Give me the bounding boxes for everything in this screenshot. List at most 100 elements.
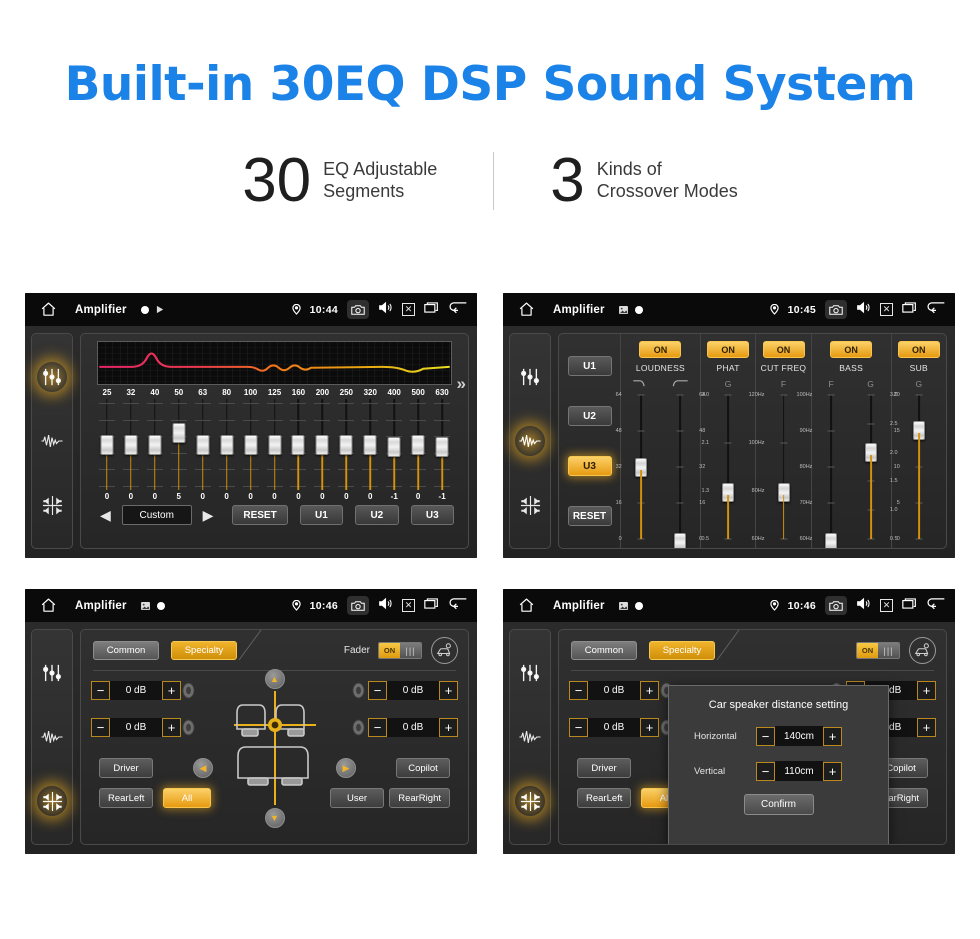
toggle-loudness-button[interactable]: ON <box>639 341 682 358</box>
arrow-left-icon[interactable]: ◀ <box>193 758 213 778</box>
back-arrow-icon[interactable] <box>448 300 468 319</box>
back-arrow-icon[interactable] <box>448 596 468 615</box>
crossover-slider[interactable]: 64 48 32 16 0 <box>663 392 705 548</box>
tab-specialty[interactable]: Specialty <box>171 641 237 660</box>
home-icon[interactable] <box>35 301 61 318</box>
eq-slider[interactable] <box>143 399 167 490</box>
eq-slider[interactable] <box>215 399 239 490</box>
car-settings-icon[interactable] <box>431 637 458 664</box>
slider-knob[interactable] <box>100 435 114 455</box>
home-icon[interactable] <box>513 597 539 614</box>
slider-knob[interactable] <box>172 423 186 443</box>
eq-slider[interactable] <box>334 399 358 490</box>
sidebar-item-balance[interactable] <box>37 490 67 520</box>
eq-slider[interactable] <box>310 399 334 490</box>
slider-knob[interactable] <box>124 435 138 455</box>
sidebar-item-balance[interactable] <box>515 490 545 520</box>
slider-knob[interactable] <box>268 435 282 455</box>
position-rearright-button[interactable]: RearRight <box>389 788 450 808</box>
position-rearleft-button[interactable]: RearLeft <box>99 788 154 808</box>
slider-knob[interactable] <box>411 435 425 455</box>
close-box-icon[interactable]: ✕ <box>402 303 415 316</box>
decrease-button[interactable]: − <box>569 681 588 700</box>
home-icon[interactable] <box>35 597 61 614</box>
toggle-cut-freq-button[interactable]: ON <box>762 341 805 358</box>
crossover-u2-button[interactable]: U2 <box>567 406 612 426</box>
increase-button[interactable]: + <box>640 718 659 737</box>
position-driver-button[interactable]: Driver <box>577 758 631 778</box>
slider-knob[interactable] <box>220 435 234 455</box>
increase-button[interactable]: + <box>162 718 181 737</box>
sidebar-item-balance[interactable] <box>37 786 67 816</box>
decrease-button[interactable]: − <box>756 761 775 781</box>
back-arrow-icon[interactable] <box>926 300 946 319</box>
camera-icon[interactable] <box>825 300 847 319</box>
recents-icon[interactable] <box>902 597 917 615</box>
camera-icon[interactable] <box>347 596 369 615</box>
crossover-slider[interactable]: 100Hz 90Hz 80Hz 70Hz 60Hz <box>797 392 848 548</box>
eq-slider[interactable] <box>430 399 454 490</box>
slider-knob[interactable] <box>363 435 377 455</box>
slider-knob[interactable] <box>291 435 305 455</box>
slider-knob[interactable] <box>315 435 329 455</box>
decrease-button[interactable]: − <box>569 718 588 737</box>
eq-slider-bank[interactable] <box>95 399 454 490</box>
slider-knob[interactable] <box>244 435 258 455</box>
slider-knob[interactable] <box>196 435 210 455</box>
toggle-bass-button[interactable]: ON <box>830 341 873 358</box>
toggle-phat-button[interactable]: ON <box>707 341 750 358</box>
eq-slider[interactable] <box>95 399 119 490</box>
position-user-button[interactable]: User <box>330 788 384 808</box>
position-driver-button[interactable]: Driver <box>99 758 153 778</box>
eq-slider[interactable] <box>191 399 215 490</box>
chevron-double-right-icon[interactable]: » <box>457 374 466 394</box>
sidebar-item-equalizer[interactable] <box>37 658 67 688</box>
eq-slider[interactable] <box>287 399 311 490</box>
decrease-button[interactable]: − <box>368 681 387 700</box>
increase-button[interactable]: + <box>917 718 936 737</box>
position-rearleft-button[interactable]: RearLeft <box>577 788 632 808</box>
increase-button[interactable]: + <box>917 681 936 700</box>
decrease-button[interactable]: − <box>91 718 110 737</box>
crossover-u3-button[interactable]: U3 <box>567 456 612 476</box>
crossover-slider[interactable]: 20 15 10 5 0 <box>894 392 936 542</box>
position-copilot-button[interactable]: Copilot <box>396 758 450 778</box>
crossover-slider[interactable]: 3.0 2.1 1.3 0.5 <box>701 392 745 542</box>
increase-button[interactable]: + <box>823 761 842 781</box>
sidebar-item-sound-field[interactable] <box>515 722 545 752</box>
preset-u2-button[interactable]: U2 <box>355 505 399 525</box>
increase-button[interactable]: + <box>439 681 458 700</box>
volume-icon[interactable] <box>378 301 393 319</box>
preset-u1-button[interactable]: U1 <box>299 505 344 525</box>
volume-icon[interactable] <box>856 301 871 319</box>
slider-knob[interactable] <box>825 533 838 548</box>
recents-icon[interactable] <box>424 301 439 319</box>
increase-button[interactable]: + <box>162 681 181 700</box>
sidebar-item-sound-field[interactable] <box>37 426 67 456</box>
crossover-slider[interactable]: 3.0 2.5 2.0 1.5 1.0 0.5 <box>854 392 898 542</box>
car-settings-icon[interactable] <box>909 637 936 664</box>
crossover-slider[interactable]: 120Hz 100Hz 80Hz 60Hz <box>749 392 801 542</box>
sidebar-item-balance[interactable] <box>515 786 545 816</box>
fader-toggle[interactable]: ON ||| <box>378 642 422 659</box>
back-arrow-icon[interactable] <box>926 596 946 615</box>
volume-icon[interactable] <box>856 597 871 615</box>
decrease-button[interactable]: − <box>368 718 387 737</box>
tab-specialty[interactable]: Specialty <box>649 641 715 660</box>
home-icon[interactable] <box>513 301 539 318</box>
arrow-right-icon[interactable]: ▶ <box>336 758 356 778</box>
sidebar-item-equalizer[interactable] <box>515 658 545 688</box>
eq-slider[interactable] <box>263 399 287 490</box>
crossover-slider[interactable]: 64 48 32 16 0 <box>616 392 658 542</box>
tab-common[interactable]: Common <box>93 641 159 660</box>
preset-next-button[interactable]: ▶ <box>198 508 219 522</box>
arrow-up-icon[interactable]: ▲ <box>264 669 285 689</box>
eq-slider[interactable] <box>382 399 406 490</box>
volume-icon[interactable] <box>378 597 393 615</box>
close-box-icon[interactable]: ✕ <box>402 599 415 612</box>
confirm-button[interactable]: Confirm <box>743 794 814 815</box>
arrow-down-icon[interactable]: ▼ <box>264 808 285 828</box>
recents-icon[interactable] <box>424 597 439 615</box>
increase-button[interactable]: + <box>823 726 842 746</box>
close-box-icon[interactable]: ✕ <box>880 303 893 316</box>
